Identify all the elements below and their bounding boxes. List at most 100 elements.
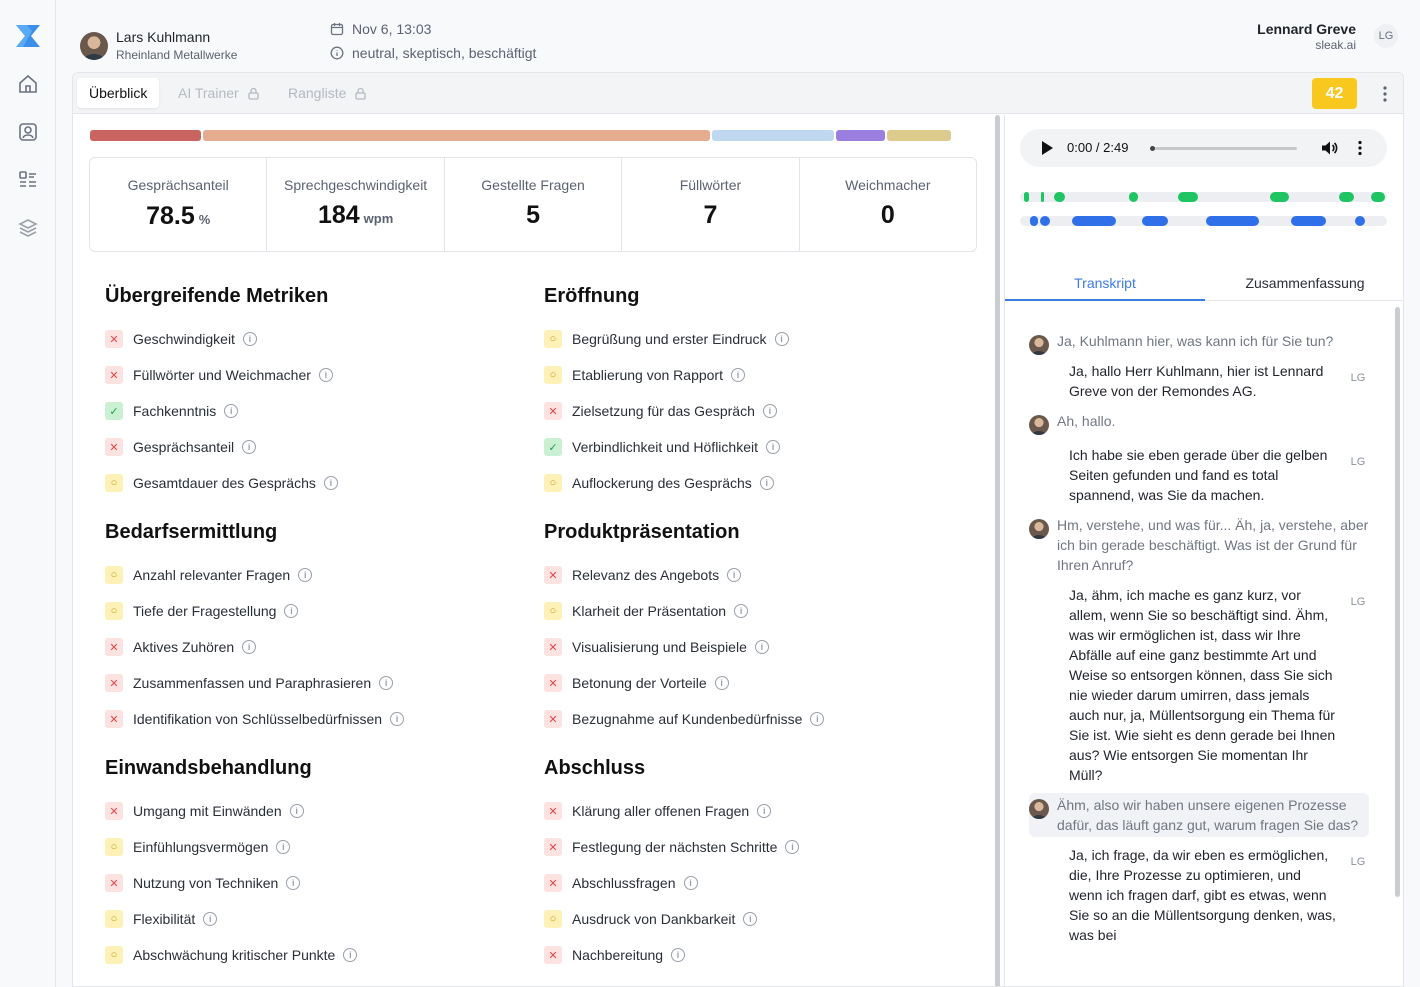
criterion-label: Auflockerung des Gesprächs — [572, 475, 752, 491]
user-avatar[interactable]: LG — [1374, 24, 1398, 48]
info-icon[interactable]: i — [757, 804, 772, 818]
info-icon[interactable]: i — [298, 568, 313, 582]
info-icon[interactable]: i — [242, 640, 257, 654]
criterion-label: Etablierung von Rapport — [572, 367, 723, 383]
info-icon[interactable]: i — [323, 476, 338, 490]
customer-message[interactable]: Hm, verstehe, und was für... Äh, ja, ver… — [1029, 513, 1369, 577]
criterion-item[interactable]: ✕ Betonung der Vorteile i — [544, 665, 964, 701]
agent-message[interactable]: LG Ich habe sie eben gerade über die gelb… — [1029, 445, 1369, 505]
app-logo[interactable] — [15, 24, 41, 48]
customer-message[interactable]: Ja, Kuhlmann hier, was kann ich für Sie … — [1029, 329, 1369, 355]
criterion-item[interactable]: ✕ Festlegung der nächsten Schritte i — [544, 829, 964, 865]
criterion-label: Bezugnahme auf Kundenbedürfnisse — [572, 711, 803, 727]
criterion-item[interactable]: ✕ Nutzung von Techniken i — [105, 865, 525, 901]
info-icon[interactable]: i — [714, 676, 729, 690]
info-icon[interactable]: i — [754, 640, 769, 654]
info-icon[interactable]: i — [343, 948, 358, 962]
stat-label: Füllwörter — [679, 177, 742, 193]
info-icon[interactable]: i — [671, 948, 686, 962]
customer-message[interactable]: Ah, hallo. — [1029, 409, 1369, 435]
tab-ranking[interactable]: Rangliste — [276, 78, 379, 108]
criterion-item[interactable]: ✕ Bezugnahme auf Kundenbedürfnisse i — [544, 701, 964, 737]
lock-icon — [355, 87, 367, 100]
criterion-item[interactable]: ✕ Identifikation von Schlüsselbedürfnisse… — [105, 701, 525, 737]
home-icon[interactable] — [17, 73, 39, 95]
audio-more-icon[interactable] — [1357, 140, 1363, 156]
info-icon[interactable]: i — [286, 876, 301, 890]
tab-ai-trainer[interactable]: AI Trainer — [166, 78, 272, 108]
info-icon[interactable]: i — [810, 712, 825, 726]
criterion-item[interactable]: ○ Abschwächung kritischer Punkte i — [105, 937, 525, 973]
agent-message[interactable]: LG Ja, ähm, ich mache es ganz kurz, vor a… — [1029, 585, 1369, 785]
criterion-item[interactable]: ✕ Umgang mit Einwänden i — [105, 793, 525, 829]
criterion-label: Abschlussfragen — [572, 875, 676, 891]
message-text: Ja, hallo Herr Kuhlmann, hier ist Lennar… — [1069, 363, 1324, 399]
contact-card-icon[interactable] — [17, 121, 39, 143]
criterion-item[interactable]: ✕ Gesprächsanteil i — [105, 429, 525, 465]
criterion-item[interactable]: ○ Einfühlungsvermögen i — [105, 829, 525, 865]
agent-speech-timeline[interactable] — [1020, 216, 1387, 226]
criterion-item[interactable]: ✕ Abschlussfragen i — [544, 865, 964, 901]
criterion-item[interactable]: ○ Auflockerung des Gesprächs i — [544, 465, 964, 501]
info-icon[interactable]: i — [224, 404, 239, 418]
info-icon[interactable]: i — [242, 440, 257, 454]
criterion-item[interactable]: ✓ Fachkenntnis i — [105, 393, 525, 429]
criterion-item[interactable]: ✕ Klärung aller offenen Fragen i — [544, 793, 964, 829]
criterion-item[interactable]: ○ Etablierung von Rapport i — [544, 357, 964, 393]
criterion-item[interactable]: ✕ Geschwindigkeit i — [105, 321, 525, 357]
fail-icon: ✕ — [544, 674, 562, 692]
layers-icon[interactable] — [17, 217, 39, 239]
customer-message[interactable]: Ähm, also wir haben unsere eigenen Proze… — [1029, 793, 1369, 837]
info-icon[interactable]: i — [203, 912, 218, 926]
info-icon[interactable]: i — [727, 568, 742, 582]
criterion-item[interactable]: ✕ Relevanz des Angebots i — [544, 557, 964, 593]
tab-summary[interactable]: Zusammenfassung — [1205, 265, 1403, 301]
fail-icon: ✕ — [105, 638, 123, 656]
transcript-scrollbar[interactable] — [1395, 307, 1400, 897]
info-icon[interactable]: i — [734, 604, 749, 618]
tab-overview[interactable]: Überblick — [77, 78, 160, 108]
criterion-item[interactable]: ○ Klarheit der Präsentation i — [544, 593, 964, 629]
criterion-item[interactable]: ✕ Visualisierung und Beispiele i — [544, 629, 964, 665]
criterion-item[interactable]: ○ Anzahl relevanter Fragen i — [105, 557, 525, 593]
criterion-item[interactable]: ✕ Aktives Zuhören i — [105, 629, 525, 665]
criterion-item[interactable]: ✕ Zusammenfassen und Paraphrasieren i — [105, 665, 525, 701]
info-icon[interactable]: i — [785, 840, 800, 854]
criterion-item[interactable]: ○ Ausdruck von Dankbarkeit i — [544, 901, 964, 937]
criterion-item[interactable]: ✕ Zielsetzung für das Gespräch i — [544, 393, 964, 429]
checklist-icon[interactable] — [17, 169, 39, 191]
criterion-item[interactable]: ○ Begrüßung und erster Eindruck i — [544, 321, 964, 357]
tab-transcript[interactable]: Transkript — [1005, 265, 1205, 301]
left-scrollbar[interactable] — [995, 115, 1000, 986]
agent-message[interactable]: LG Ja, hallo Herr Kuhlmann, hier ist Lenn… — [1029, 361, 1369, 401]
criterion-item[interactable]: ○ Gesamtdauer des Gesprächs i — [105, 465, 525, 501]
info-icon[interactable]: i — [683, 876, 698, 890]
criterion-label: Klarheit der Präsentation — [572, 603, 727, 619]
audio-seek-bar[interactable] — [1150, 146, 1297, 151]
info-icon[interactable]: i — [379, 676, 394, 690]
info-icon[interactable]: i — [759, 476, 774, 490]
info-icon[interactable]: i — [276, 840, 291, 854]
more-options-icon[interactable] — [1381, 85, 1389, 103]
seek-thumb[interactable] — [1150, 146, 1155, 151]
info-icon[interactable]: i — [774, 332, 789, 346]
info-icon[interactable]: i — [766, 440, 780, 454]
info-icon[interactable]: i — [743, 912, 758, 926]
info-icon[interactable]: i — [762, 404, 777, 418]
customer-speech-timeline[interactable] — [1020, 192, 1387, 202]
info-icon[interactable]: i — [289, 804, 304, 818]
info-icon[interactable]: i — [242, 332, 257, 346]
criterion-item[interactable]: ○ Tiefe der Fragestellung i — [105, 593, 525, 629]
info-icon[interactable]: i — [284, 604, 299, 618]
agent-message[interactable]: LG Ja, ich frage, da wir eben es ermöglic… — [1029, 845, 1369, 945]
info-icon[interactable]: i — [318, 368, 333, 382]
stat-label: Gesprächsanteil — [127, 177, 229, 193]
info-icon[interactable]: i — [731, 368, 745, 382]
volume-icon[interactable] — [1320, 139, 1338, 157]
criterion-item[interactable]: ✕ Füllwörter und Weichmacher i — [105, 357, 525, 393]
criterion-item[interactable]: ✕ Nachbereitung i — [544, 937, 964, 973]
criterion-item[interactable]: ✓ Verbindlichkeit und Höflichkeit i — [544, 429, 964, 465]
criterion-item[interactable]: ○ Flexibilität i — [105, 901, 525, 937]
info-icon[interactable]: i — [390, 712, 405, 726]
play-icon[interactable] — [1042, 141, 1053, 155]
